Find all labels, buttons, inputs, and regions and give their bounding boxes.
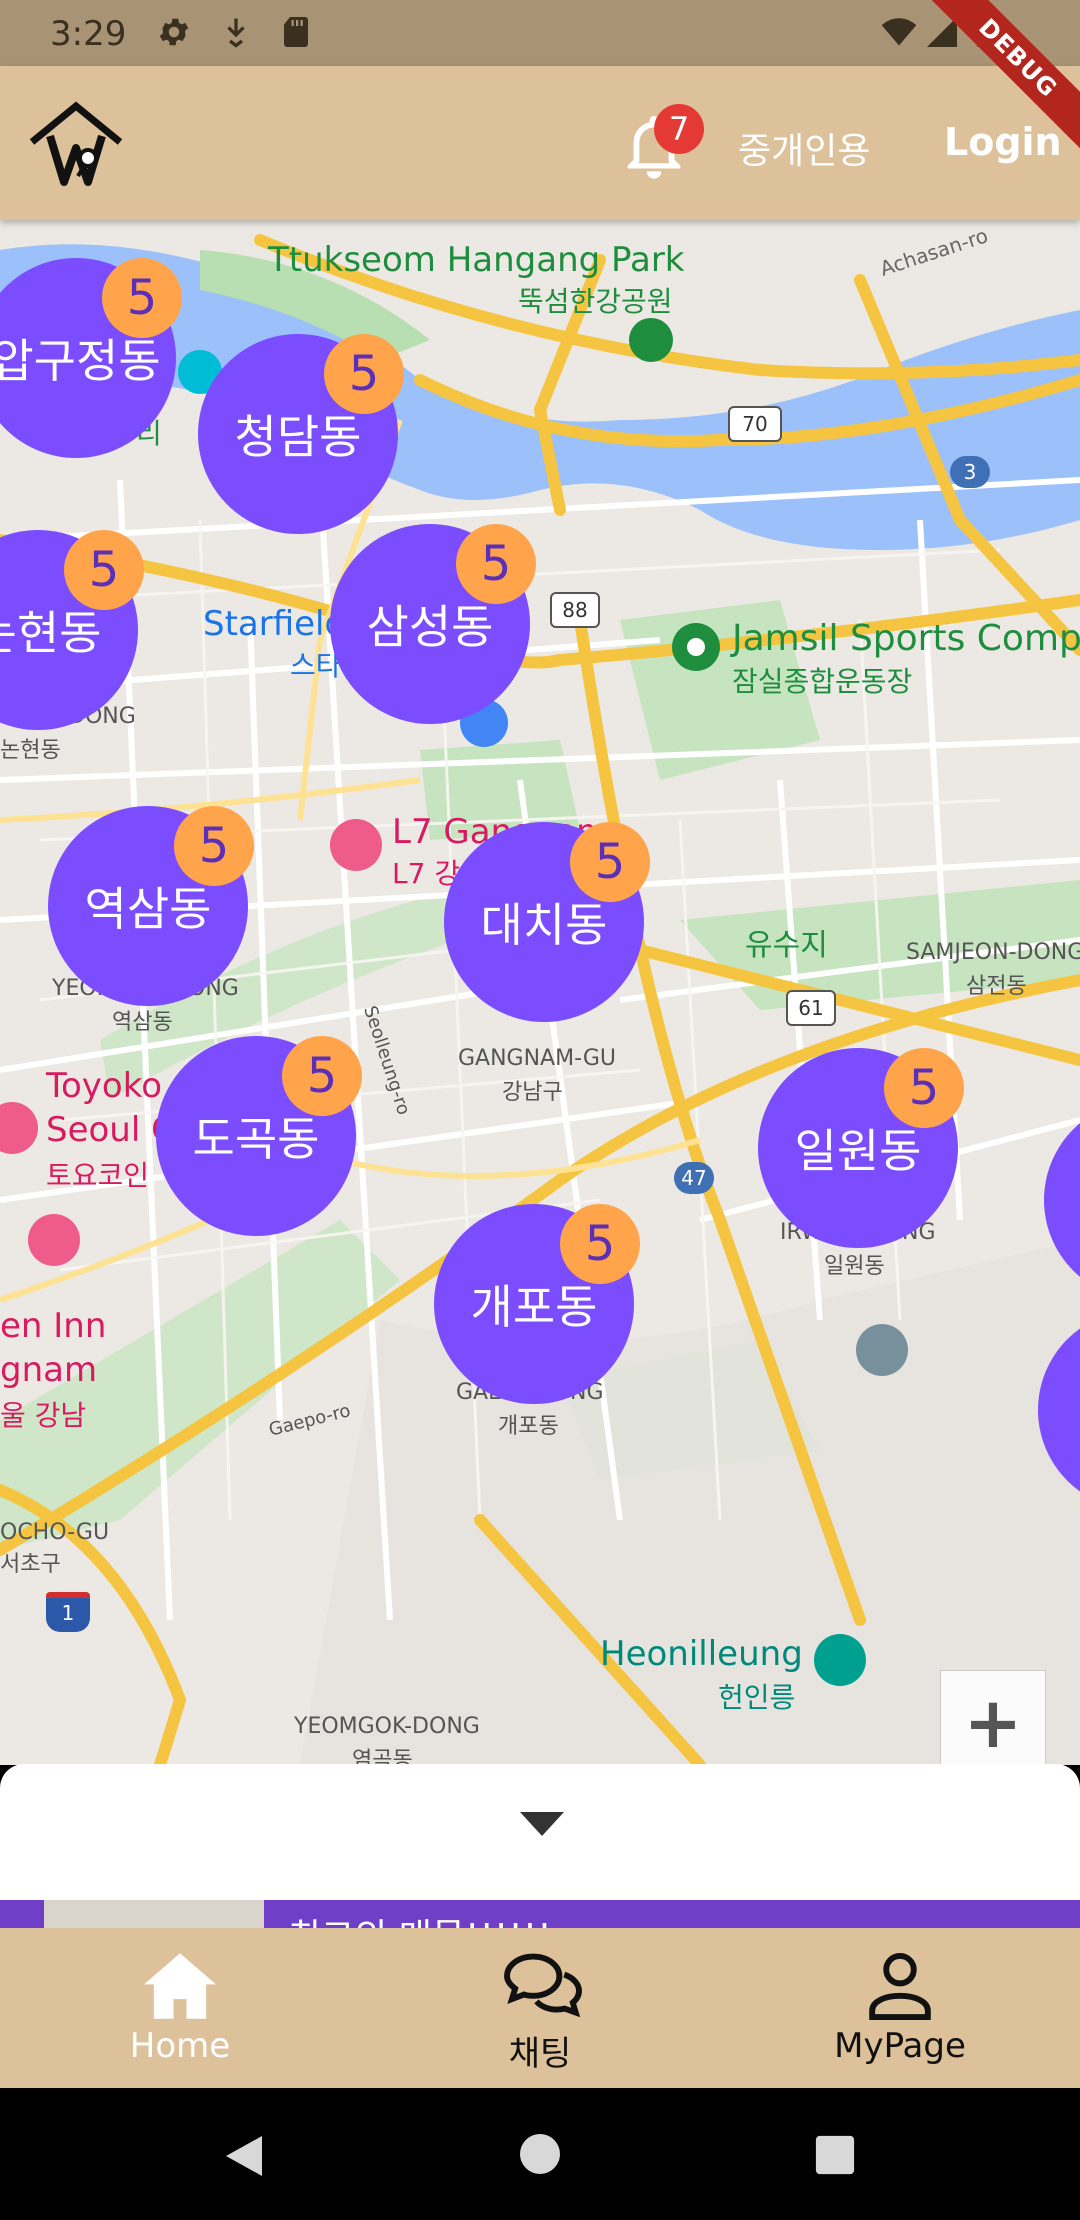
map-label: 뚝섬한강공원 xyxy=(518,285,673,318)
person-icon xyxy=(869,1952,931,2021)
sd-card-icon xyxy=(284,17,308,47)
cluster-marker-irwon[interactable]: 일원동 5 xyxy=(758,1048,964,1248)
wifi-icon xyxy=(881,18,917,46)
nav-label: Home xyxy=(129,2026,231,2066)
route-shield: 3 xyxy=(950,456,990,488)
cluster-name: 도곡동 xyxy=(192,1112,320,1166)
route-shield: 88 xyxy=(550,592,600,628)
cluster-count-badge: 5 xyxy=(570,822,650,902)
cluster-name: 삼성동 xyxy=(366,600,494,654)
status-bar: 3:29 xyxy=(0,0,1080,66)
route-shield: 1 xyxy=(46,1592,90,1632)
nav-label: 채팅 xyxy=(508,2034,572,2074)
debug-label: DEBUG xyxy=(920,0,1080,157)
recents-icon[interactable] xyxy=(814,2134,856,2176)
debug-banner: DEBUG xyxy=(920,0,1080,160)
map-label: 헌인릉 xyxy=(718,1681,796,1714)
map-label: Toyoko xyxy=(46,1066,162,1106)
notification-count-badge: 7 xyxy=(654,104,704,154)
map-label: Ttukseom Hangang Park xyxy=(268,240,685,280)
caret-down-icon[interactable] xyxy=(520,1812,564,1836)
cluster-count-badge: 5 xyxy=(324,334,404,414)
map-label: 염곡동 xyxy=(352,1748,413,1765)
map-label: YEOMGOK-DONG xyxy=(294,1714,480,1739)
cluster-count-badge: 5 xyxy=(64,530,144,610)
map-label: 유수지 xyxy=(745,928,828,963)
map-label: en Inn xyxy=(0,1306,107,1346)
cluster-marker-samseong[interactable]: 삼성동 5 xyxy=(330,524,536,724)
cluster-name: 대치동 xyxy=(480,898,608,952)
map-label: gnam xyxy=(0,1350,98,1390)
nav-label: MyPage xyxy=(834,2026,966,2066)
cluster-count-badge: 5 xyxy=(282,1036,362,1116)
settings-icon xyxy=(159,18,189,46)
cluster-marker-cheongdam[interactable]: 청담동 5 xyxy=(198,334,404,534)
map-label: 서초구 xyxy=(0,1552,61,1577)
bottom-navigation: Home 채팅 MyPage xyxy=(0,1928,1080,2088)
map-label: 토요코인 xyxy=(46,1159,150,1192)
cluster-count-badge: 5 xyxy=(884,1048,964,1128)
chat-icon xyxy=(504,1953,582,2018)
system-navigation-bar xyxy=(0,2088,1080,2220)
map-label: Starfield xyxy=(203,604,347,644)
home-circle-icon[interactable] xyxy=(518,2132,562,2176)
cluster-count-badge: 5 xyxy=(102,258,182,338)
agent-mode-link[interactable]: 중개인용 xyxy=(738,122,870,174)
nav-home[interactable]: Home xyxy=(50,1928,310,2088)
map-label: SAMJEON-DONG xyxy=(906,940,1080,965)
map-label: 삼전동 xyxy=(966,974,1027,999)
zoom-in-button[interactable]: + xyxy=(940,1670,1046,1765)
route-shield: 47 xyxy=(674,1162,714,1194)
home-icon xyxy=(144,1953,216,2019)
cluster-count-badge: 5 xyxy=(174,806,254,886)
cluster-name: 역삼동 xyxy=(84,882,212,936)
map-label: Heonilleung xyxy=(600,1634,803,1674)
status-time: 3:29 xyxy=(50,14,127,54)
route-shield: 61 xyxy=(786,990,836,1026)
map-label: 일원동 xyxy=(824,1254,885,1279)
app-bar: 7 중개인용 Login xyxy=(0,66,1080,220)
map-label: OCHO-GU xyxy=(0,1520,110,1545)
cluster-name: 일원동 xyxy=(794,1124,922,1178)
cluster-marker-dogok[interactable]: 도곡동 5 xyxy=(156,1036,362,1236)
cluster-name: 청담동 xyxy=(234,410,362,464)
cluster-name: 개포동 xyxy=(470,1280,598,1334)
map-view[interactable]: Ttukseom Hangang Park 뚝섬한강공원 Achasan-ro … xyxy=(0,220,1080,1765)
map-label: 논현동 xyxy=(0,738,61,763)
cluster-marker-yeoksam[interactable]: 역삼동 5 xyxy=(48,806,254,1006)
map-label: 잠실종합운동장 xyxy=(732,665,913,698)
bottom-sheet xyxy=(0,1764,1080,1900)
map-label: GANGNAM-GU xyxy=(458,1046,616,1071)
house-logo-icon[interactable] xyxy=(26,96,126,196)
cluster-count-badge: 5 xyxy=(456,524,536,604)
nav-chat[interactable]: 채팅 xyxy=(410,1928,670,2088)
map-label: 울 강남 xyxy=(0,1399,87,1432)
cluster-name: 논현동 xyxy=(0,606,102,660)
nav-mypage[interactable]: MyPage xyxy=(770,1928,1030,2088)
map-label: Jamsil Sports Compl xyxy=(732,618,1080,659)
cluster-marker-gaepo[interactable]: 개포동 5 xyxy=(434,1204,640,1404)
map-label: 강남구 xyxy=(502,1080,563,1105)
map-label: 역삼동 xyxy=(112,1010,173,1035)
back-icon[interactable] xyxy=(222,2132,266,2180)
cluster-marker-daechi[interactable]: 대치동 5 xyxy=(444,822,650,1022)
cluster-count-badge: 5 xyxy=(560,1204,640,1284)
download-icon xyxy=(227,18,245,48)
map-label: 개포동 xyxy=(498,1414,559,1439)
route-shield: 70 xyxy=(728,406,782,442)
